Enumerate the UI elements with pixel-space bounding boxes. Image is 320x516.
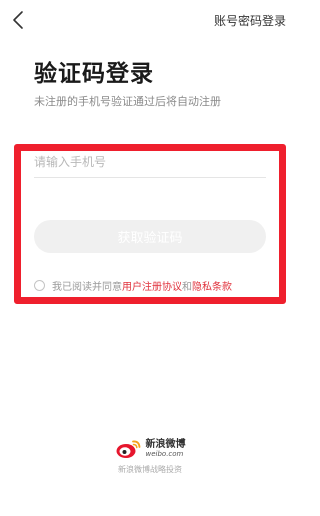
brand-name: 新浪微博: [145, 439, 186, 450]
weibo-logo-icon: [116, 440, 140, 458]
chevron-left-icon: [13, 11, 23, 29]
brand-note: 新浪微博战略投资: [118, 465, 182, 474]
page-title: 验证码登录: [34, 61, 154, 87]
back-button[interactable]: [8, 8, 30, 32]
page-subtitle: 未注册的手机号验证通过后将自动注册: [34, 95, 221, 108]
top-bar: 账号密码登录: [0, 0, 300, 40]
weibo-brand: 新浪微博 weibo.com: [0, 438, 300, 460]
highlight-box: [14, 144, 286, 304]
password-login-link[interactable]: 账号密码登录: [214, 12, 286, 29]
brand-domain: weibo.com: [145, 450, 184, 458]
